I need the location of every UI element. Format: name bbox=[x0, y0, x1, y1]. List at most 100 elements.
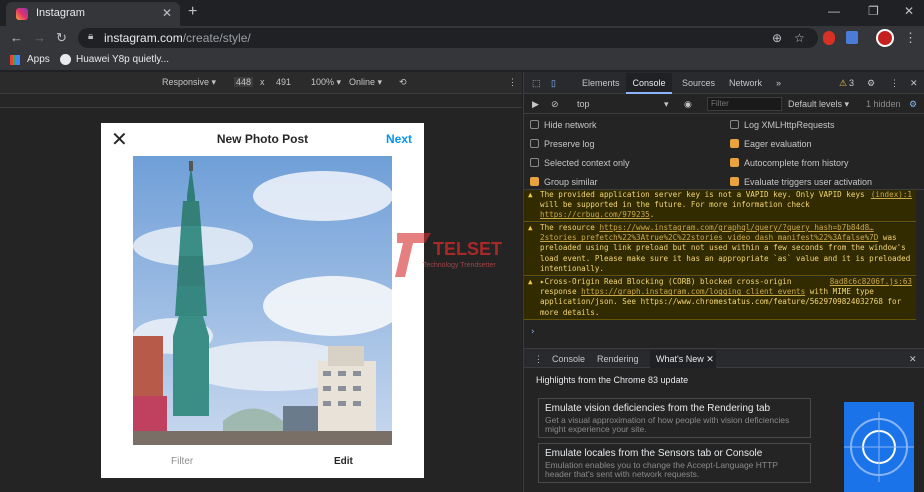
extension-icon[interactable] bbox=[823, 31, 835, 45]
tab-strip: Instagram ✕ + — ❐ ✕ bbox=[0, 0, 924, 26]
tab-elements[interactable]: Elements bbox=[582, 78, 620, 88]
checkbox-log-xhr[interactable]: Log XMLHttpRequests bbox=[730, 120, 835, 130]
clear-console-icon[interactable]: ⊘ bbox=[551, 99, 559, 110]
save-extension-icon[interactable] bbox=[846, 31, 858, 44]
menu-icon[interactable]: ⋮ bbox=[904, 30, 917, 46]
network-select[interactable]: Online ▾ bbox=[349, 77, 382, 88]
console-prompt[interactable]: › bbox=[530, 327, 535, 337]
console-toolbar: ▶ ⊘ top ▾ ◉ Filter Default levels ▾ 1 hi… bbox=[524, 94, 924, 114]
new-tab-button[interactable]: + bbox=[188, 3, 197, 21]
minimize-icon[interactable]: — bbox=[828, 4, 840, 18]
message-source-link[interactable]: 8ad8c6c8206f.js:63 bbox=[830, 277, 912, 287]
height-input[interactable]: 491 bbox=[276, 77, 291, 87]
drawer-tab-console[interactable]: Console bbox=[552, 354, 585, 364]
checkbox-eager-eval[interactable]: Eager evaluation bbox=[730, 139, 812, 149]
whats-new-illustration bbox=[844, 402, 914, 492]
whats-new-card[interactable]: Emulate locales from the Sensors tab or … bbox=[538, 443, 811, 483]
more-tabs-button[interactable]: » bbox=[776, 78, 781, 88]
drawer-tabbar: ⋮ Console Rendering What's New ✕ ✕ bbox=[524, 348, 924, 368]
devtools-menu-icon[interactable]: ⋮ bbox=[890, 78, 899, 89]
browser-tab[interactable]: Instagram ✕ bbox=[6, 2, 180, 26]
forward-icon[interactable]: → bbox=[33, 30, 46, 45]
browser-toolbar: ← → ↻ 🔒︎ instagram.com/create/style/ ⊕ ☆… bbox=[0, 26, 924, 50]
checkbox-preserve-log[interactable]: Preserve log bbox=[530, 139, 595, 149]
checkbox-hide-network[interactable]: Hide network bbox=[530, 120, 597, 130]
bookmark-huawei[interactable]: Huawei Y8p quietly... bbox=[76, 54, 169, 65]
console-warning: ▲ 8ad8c6c8206f.js:63 ▸Cross-Origin Read … bbox=[524, 277, 916, 320]
warning-icon: ▲ bbox=[528, 190, 533, 199]
photo-preview bbox=[133, 156, 392, 445]
devtools-tabbar: ⬚ ▯ Elements Console Sources Network » ⚠… bbox=[524, 72, 924, 94]
whats-new-card[interactable]: Emulate vision deficiencies from the Ren… bbox=[538, 398, 811, 438]
checkbox-autocomplete[interactable]: Autocomplete from history bbox=[730, 158, 849, 168]
warning-icon[interactable]: ⚠ bbox=[839, 78, 847, 89]
address-bar[interactable]: 🔒︎ instagram.com/create/style/ ⊕ ☆ bbox=[78, 28, 818, 48]
devtools-panel: ⬚ ▯ Elements Console Sources Network » ⚠… bbox=[523, 72, 924, 492]
checkbox-group-similar[interactable]: Group similar bbox=[530, 177, 598, 187]
card-description: Emulation enables you to change the Acce… bbox=[545, 460, 778, 479]
tab-console[interactable]: Console bbox=[626, 73, 672, 94]
tab-edit[interactable]: Edit bbox=[334, 456, 353, 467]
tab-title: Instagram bbox=[36, 7, 85, 19]
tab-sources[interactable]: Sources bbox=[682, 78, 715, 88]
next-button[interactable]: Next bbox=[386, 132, 412, 146]
bookmarks-bar: Apps Huawei Y8p quietly... bbox=[0, 50, 924, 71]
card-description: Get a visual approximation of how people… bbox=[545, 415, 790, 434]
checkbox-user-activation[interactable]: Evaluate triggers user activation bbox=[730, 177, 872, 187]
sidebar-toggle-icon[interactable]: ▶ bbox=[532, 99, 539, 110]
context-dropdown-icon[interactable]: ▾ bbox=[664, 99, 669, 110]
tab-close-icon[interactable]: ✕ bbox=[162, 6, 172, 20]
console-warning: ▲ (index):1 The provided application ser… bbox=[524, 190, 916, 222]
reload-icon[interactable]: ↻ bbox=[56, 30, 67, 46]
drawer-close-icon[interactable]: ✕ bbox=[909, 354, 917, 365]
profile-icon[interactable] bbox=[876, 29, 894, 47]
warning-icon: ▲ bbox=[528, 277, 533, 286]
device-more-icon[interactable]: ⋮ bbox=[508, 77, 517, 88]
devtools-close-icon[interactable]: ✕ bbox=[910, 78, 918, 89]
console-settings: Hide network Preserve log Selected conte… bbox=[524, 114, 924, 190]
media-query-ruler bbox=[0, 94, 522, 108]
device-mode-select[interactable]: Responsive ▾ bbox=[162, 77, 216, 88]
message-source-link[interactable]: (index):1 bbox=[871, 190, 912, 200]
console-warning: ▲ The resource https://www.instagram.com… bbox=[524, 223, 916, 276]
eye-icon[interactable]: ◉ bbox=[684, 99, 692, 110]
maximize-icon[interactable]: ❐ bbox=[868, 4, 879, 18]
svg-text:Technology Trendsetter: Technology Trendsetter bbox=[423, 262, 496, 269]
drawer-tab-rendering[interactable]: Rendering bbox=[597, 354, 639, 364]
inspect-icon[interactable]: ⬚ bbox=[532, 78, 541, 89]
width-input[interactable]: 448 bbox=[234, 77, 254, 87]
instagram-favicon-icon bbox=[16, 8, 28, 20]
tab-filter[interactable]: Filter bbox=[171, 456, 193, 467]
context-select[interactable]: top bbox=[577, 99, 590, 109]
add-icon[interactable]: ⊕ bbox=[772, 31, 782, 45]
star-icon[interactable]: ☆ bbox=[794, 31, 805, 45]
highlights-title: Highlights from the Chrome 83 update bbox=[536, 375, 689, 385]
checkbox-selected-context[interactable]: Selected context only bbox=[530, 158, 630, 168]
instagram-post-screen: ✕ New Photo Post Next Filter Edit bbox=[101, 123, 424, 478]
tab-network[interactable]: Network bbox=[729, 78, 762, 88]
log-levels-select[interactable]: Default levels ▾ bbox=[788, 99, 849, 110]
times-label: x bbox=[260, 77, 265, 87]
console-filter-input[interactable]: Filter bbox=[707, 97, 782, 111]
warning-count[interactable]: 3 bbox=[849, 78, 854, 88]
console-settings-icon[interactable]: ⚙ bbox=[909, 99, 917, 110]
gear-icon[interactable]: ⚙ bbox=[867, 78, 875, 89]
hidden-count: 1 hidden bbox=[866, 99, 901, 109]
message-link[interactable]: https://graph.instagram.com/logging_clie… bbox=[581, 287, 805, 296]
window-close-icon[interactable]: ✕ bbox=[904, 4, 914, 18]
zoom-select[interactable]: 100% ▾ bbox=[311, 77, 341, 88]
bookmark-apps[interactable]: Apps bbox=[27, 54, 50, 65]
back-icon[interactable]: ← bbox=[10, 30, 23, 45]
rotate-icon[interactable]: ⟲ bbox=[399, 77, 407, 88]
url-text[interactable]: instagram.com/create/style/ bbox=[104, 31, 251, 45]
drawer-menu-icon[interactable]: ⋮ bbox=[534, 354, 543, 365]
device-toggle-icon[interactable]: ▯ bbox=[551, 78, 556, 89]
svg-text:TELSET: TELSET bbox=[433, 239, 502, 259]
message-link[interactable]: https://crbug.com/979235 bbox=[540, 210, 650, 219]
lock-icon[interactable]: 🔒︎ bbox=[88, 31, 93, 42]
drawer-tab-whats-new[interactable]: What's New ✕ bbox=[650, 350, 716, 368]
taipei-101-photo bbox=[133, 156, 392, 445]
devtools-illustration-icon bbox=[844, 412, 914, 482]
device-viewport: ✕ New Photo Post Next Filter Edit bbox=[0, 108, 522, 492]
console-messages: ▲ (index):1 The provided application ser… bbox=[524, 190, 924, 350]
